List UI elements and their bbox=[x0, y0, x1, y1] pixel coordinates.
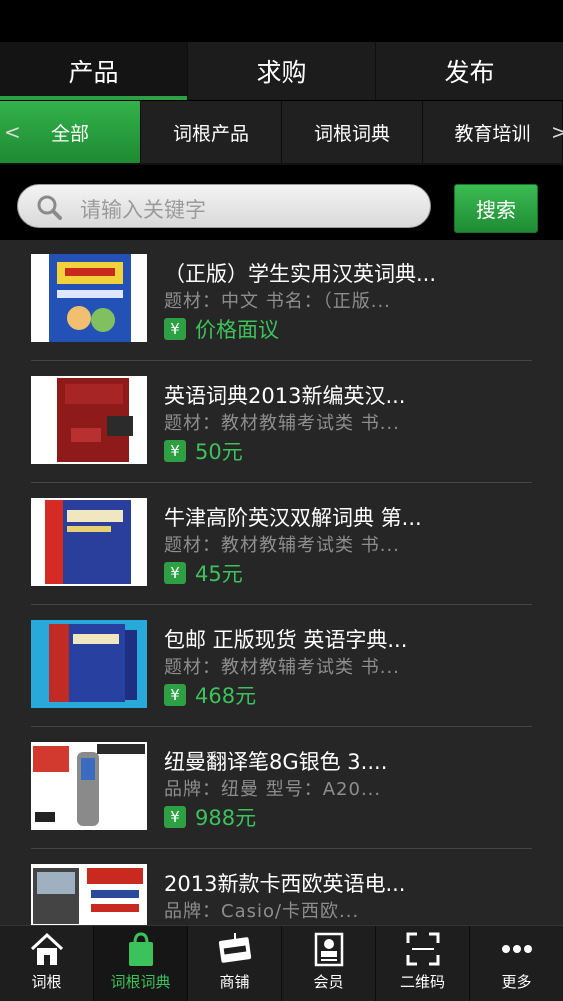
nav-more[interactable]: 更多 bbox=[470, 926, 563, 1001]
product-item[interactable]: 2013新款卡西欧英语电... 品牌：Casio/卡西欧... bbox=[0, 850, 563, 925]
category-label: 全部 bbox=[50, 122, 89, 145]
search-placeholder: 请输入关键字 bbox=[80, 198, 206, 222]
tab-products[interactable]: 产品 bbox=[0, 42, 188, 100]
tab-label: 产品 bbox=[68, 58, 119, 87]
price-row: ¥ 988元 bbox=[164, 802, 256, 832]
product-title: （正版）学生实用汉英词典... bbox=[164, 262, 437, 286]
category-root-dictionary[interactable]: 词根词典 bbox=[282, 101, 423, 163]
price-row: ¥ 50元 bbox=[164, 436, 243, 466]
product-title: 纽曼翻译笔8G银色 3.... bbox=[164, 750, 388, 774]
product-subtitle: 题材：中文 书名：（正版... bbox=[164, 291, 391, 312]
yen-icon: ¥ bbox=[164, 684, 186, 706]
category-label: 词根产品 bbox=[172, 122, 249, 145]
tab-label: 求购 bbox=[256, 58, 307, 87]
product-price: 50元 bbox=[195, 440, 243, 464]
category-bar: 全部 词根产品 词根词典 教育培训 bbox=[0, 101, 563, 165]
category-all[interactable]: 全部 bbox=[0, 101, 141, 163]
product-thumbnail bbox=[31, 620, 147, 708]
nav-qrcode[interactable]: 二维码 bbox=[376, 926, 470, 1001]
product-subtitle: 品牌：纽曼 型号：A20... bbox=[164, 779, 382, 800]
tab-wanted[interactable]: 求购 bbox=[188, 42, 376, 100]
product-subtitle: 品牌：Casio/卡西欧... bbox=[164, 901, 360, 922]
qr-scan-icon bbox=[406, 932, 439, 966]
nav-member[interactable]: 会员 bbox=[282, 926, 376, 1001]
product-price: 价格面议 bbox=[195, 318, 279, 342]
yen-icon: ¥ bbox=[164, 806, 186, 828]
status-bar bbox=[0, 0, 563, 42]
product-thumbnail bbox=[31, 498, 147, 586]
price-row: ¥ 468元 bbox=[164, 680, 256, 710]
product-price: 45元 bbox=[195, 562, 243, 586]
category-education[interactable]: 教育培训 bbox=[423, 101, 563, 163]
category-root-products[interactable]: 词根产品 bbox=[141, 101, 282, 163]
shopping-bag-icon bbox=[128, 932, 153, 966]
bottom-navigation: 词根 词根词典 商铺 会员 二维码 更多 bbox=[0, 925, 563, 1001]
search-icon bbox=[37, 195, 62, 220]
product-thumbnail bbox=[31, 254, 147, 342]
search-row: 请输入关键字 搜索 bbox=[0, 176, 563, 238]
product-thumbnail bbox=[31, 864, 147, 925]
divider bbox=[31, 360, 532, 361]
product-price: 468元 bbox=[195, 684, 257, 708]
nav-shop[interactable]: 商铺 bbox=[188, 926, 282, 1001]
nav-label: 词根 bbox=[31, 973, 62, 991]
yen-icon: ¥ bbox=[164, 318, 186, 340]
nav-label: 更多 bbox=[501, 973, 532, 991]
nav-root[interactable]: 词根 bbox=[0, 926, 94, 1001]
product-subtitle: 题材：教材教辅考试类 书... bbox=[164, 535, 400, 556]
tab-label: 发布 bbox=[444, 58, 495, 87]
home-icon bbox=[30, 932, 63, 965]
nav-root-dictionary[interactable]: 词根词典 bbox=[94, 926, 188, 1001]
member-card-icon bbox=[314, 932, 343, 967]
product-title: 包邮 正版现货 英语字典... bbox=[164, 628, 408, 652]
nav-label: 会员 bbox=[313, 973, 344, 991]
chevron-right-icon[interactable]: > bbox=[551, 101, 563, 163]
top-tab-bar: 产品 求购 发布 bbox=[0, 42, 563, 101]
product-title: 牛津高阶英汉双解词典 第... bbox=[164, 506, 422, 530]
divider bbox=[31, 482, 532, 483]
yen-icon: ¥ bbox=[164, 440, 186, 462]
product-thumbnail bbox=[31, 376, 147, 464]
product-thumbnail bbox=[31, 742, 147, 830]
product-subtitle: 题材：教材教辅考试类 书... bbox=[164, 657, 400, 678]
yen-icon: ¥ bbox=[164, 562, 186, 584]
product-item[interactable]: 纽曼翻译笔8G银色 3.... 品牌：纽曼 型号：A20... ¥ 988元 bbox=[0, 728, 563, 849]
chevron-left-icon[interactable]: < bbox=[4, 101, 21, 163]
price-row: ¥ 45元 bbox=[164, 558, 243, 588]
nav-label: 商铺 bbox=[219, 973, 250, 991]
more-dots-icon bbox=[501, 945, 532, 953]
product-item[interactable]: （正版）学生实用汉英词典... 题材：中文 书名：（正版... ¥ 价格面议 bbox=[0, 240, 563, 361]
category-label: 词根词典 bbox=[313, 122, 390, 145]
divider bbox=[31, 848, 532, 849]
divider bbox=[31, 604, 532, 605]
product-title: 2013新款卡西欧英语电... bbox=[164, 872, 406, 896]
product-title: 英语词典2013新编英汉... bbox=[164, 384, 406, 408]
search-button[interactable]: 搜索 bbox=[454, 184, 538, 233]
product-price: 988元 bbox=[195, 806, 257, 830]
nav-label: 二维码 bbox=[399, 973, 445, 991]
nav-label: 词根词典 bbox=[110, 973, 171, 991]
divider bbox=[31, 726, 532, 727]
product-item[interactable]: 包邮 正版现货 英语字典... 题材：教材教辅考试类 书... ¥ 468元 bbox=[0, 606, 563, 727]
category-label: 教育培训 bbox=[454, 122, 531, 145]
search-input[interactable]: 请输入关键字 bbox=[17, 184, 431, 228]
price-row: ¥ 价格面议 bbox=[164, 314, 279, 344]
product-list[interactable]: （正版）学生实用汉英词典... 题材：中文 书名：（正版... ¥ 价格面议 英… bbox=[0, 240, 563, 925]
product-item[interactable]: 英语词典2013新编英汉... 题材：教材教辅考试类 书... ¥ 50元 bbox=[0, 362, 563, 483]
tab-publish[interactable]: 发布 bbox=[376, 42, 563, 100]
product-subtitle: 题材：教材教辅考试类 书... bbox=[164, 413, 400, 434]
product-item[interactable]: 牛津高阶英汉双解词典 第... 题材：教材教辅考试类 书... ¥ 45元 bbox=[0, 484, 563, 605]
open-sign-icon bbox=[218, 933, 251, 963]
